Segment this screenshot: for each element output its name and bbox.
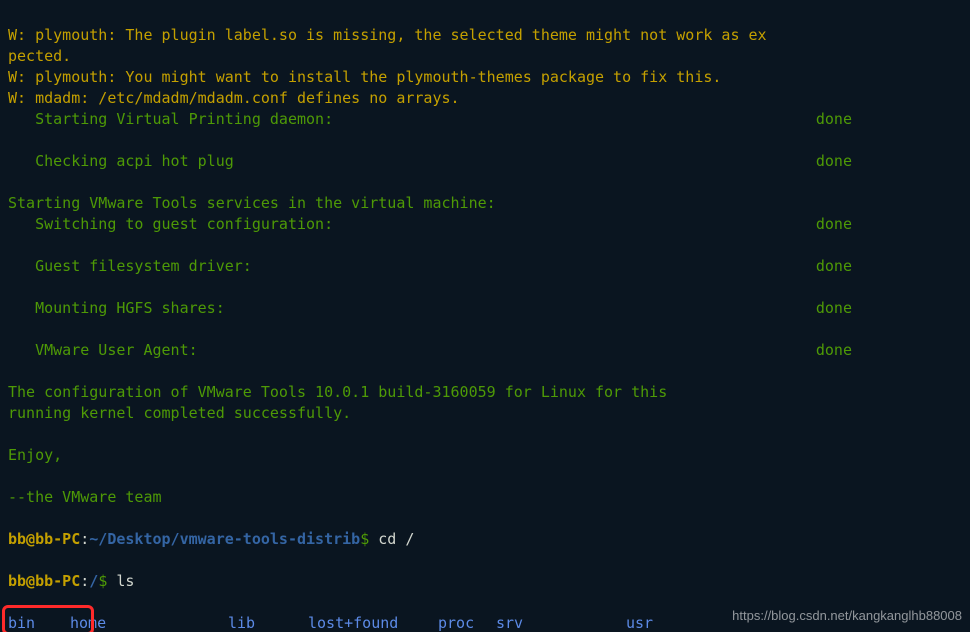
- ls-dir: lib: [228, 613, 308, 632]
- blank-line: [8, 425, 17, 443]
- service-line: Starting Virtual Printing daemon: done: [8, 109, 962, 130]
- blank-line: [8, 467, 17, 485]
- service-label: VMware User Agent:: [8, 340, 198, 361]
- service-status: done: [816, 298, 962, 319]
- ls-dir: srv: [496, 613, 626, 632]
- service-status: done: [816, 214, 962, 235]
- warn-line: W: plymouth: You might want to install t…: [8, 68, 721, 86]
- ls-dir: lost+found: [308, 613, 438, 632]
- service-title: Starting VMware Tools services in the vi…: [8, 194, 496, 212]
- warn-line: W: plymouth: The plugin label.so is miss…: [8, 26, 767, 65]
- warn-line: W: mdadm: /etc/mdadm/mdadm.conf defines …: [8, 89, 460, 107]
- service-status: done: [816, 109, 962, 130]
- enjoy-line: Enjoy,: [8, 446, 62, 464]
- watermark-text: https://blog.csdn.net/kangkanglhb88008: [732, 605, 962, 626]
- prompt-userhost: bb@bb-PC: [8, 530, 80, 548]
- service-label: Guest filesystem driver:: [8, 256, 252, 277]
- ls-dir: bin: [8, 613, 70, 632]
- service-status: done: [816, 151, 962, 172]
- sign-line: --the VMware team: [8, 488, 162, 506]
- service-label: Mounting HGFS shares:: [8, 298, 225, 319]
- command-input[interactable]: ls: [116, 572, 134, 590]
- prompt-path: /: [89, 572, 98, 590]
- prompt-path: ~/Desktop/vmware-tools-distrib: [89, 530, 360, 548]
- service-status: done: [816, 340, 962, 361]
- blank-line: [8, 509, 17, 527]
- prompt-dollar: $: [360, 530, 369, 548]
- prompt-line: bb@bb-PC:~/Desktop/vmware-tools-distrib$…: [8, 529, 962, 550]
- terminal-output[interactable]: W: plymouth: The plugin label.so is miss…: [0, 0, 970, 632]
- command-input[interactable]: cd /: [378, 530, 414, 548]
- service-line: Checking acpi hot plug done: [8, 151, 962, 172]
- service-line: VMware User Agent: done: [8, 340, 962, 361]
- prompt-line: bb@bb-PC:/$ ls: [8, 571, 962, 592]
- config-msg: running kernel completed successfully.: [8, 404, 351, 422]
- service-line: Switching to guest configuration: done: [8, 214, 962, 235]
- ls-dir: proc: [438, 613, 496, 632]
- service-label: Switching to guest configuration:: [8, 214, 333, 235]
- service-label: Starting Virtual Printing daemon:: [8, 109, 333, 130]
- prompt-userhost: bb@bb-PC: [8, 572, 80, 590]
- service-status: done: [816, 256, 962, 277]
- service-label: Checking acpi hot plug: [8, 151, 234, 172]
- config-msg: The configuration of VMware Tools 10.0.1…: [8, 383, 667, 401]
- service-line: Guest filesystem driver: done: [8, 256, 962, 277]
- service-line: Mounting HGFS shares: done: [8, 298, 962, 319]
- ls-dir: home: [70, 613, 228, 632]
- prompt-dollar: $: [98, 572, 107, 590]
